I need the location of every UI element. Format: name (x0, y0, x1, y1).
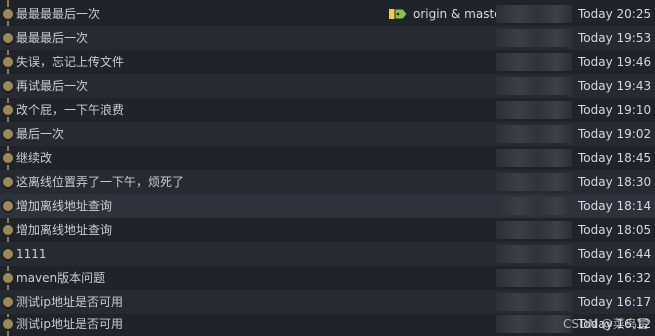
commit-node-icon (3, 273, 13, 283)
commit-row[interactable]: maven版本问题 Today 16:32 (0, 266, 655, 290)
author-redacted (496, 101, 572, 119)
commit-message: 继续改 (16, 151, 53, 165)
branch-tag[interactable]: origin & master (388, 5, 506, 23)
author-redacted (496, 77, 572, 95)
commit-date: Today 16:32 (578, 271, 652, 285)
commit-row[interactable]: 最最最最后一次 origin & master Today 20:25 (0, 2, 655, 26)
commit-node-icon (3, 319, 13, 329)
commit-node-icon (3, 177, 13, 187)
commit-node-icon (3, 9, 13, 19)
commit-date: Today 19:46 (578, 55, 652, 69)
commit-date: Today 20:25 (578, 7, 652, 21)
author-redacted (496, 221, 572, 239)
commit-date: Today 18:45 (578, 151, 652, 165)
commit-date: Today 19:43 (578, 79, 652, 93)
commit-row[interactable]: 增加离线地址查询 Today 18:14 (0, 194, 655, 218)
commit-date: Today 16:17 (578, 295, 652, 309)
commit-message: 失误，忘记上传文件 (16, 55, 125, 69)
commit-message: 这离线位置弄了一下午，烦死了 (16, 175, 185, 189)
commit-node-icon (3, 153, 13, 163)
commit-row[interactable]: 1111 Today 16:44 (0, 242, 655, 266)
commit-node-icon (3, 249, 13, 259)
author-redacted (496, 149, 572, 167)
author-redacted (496, 293, 572, 311)
commit-row[interactable]: 再试最后一次 Today 19:43 (0, 74, 655, 98)
author-redacted (496, 269, 572, 287)
commit-row[interactable]: 失误，忘记上传文件 Today 19:46 (0, 50, 655, 74)
author-redacted (496, 315, 572, 333)
commit-message: maven版本问题 (16, 271, 106, 285)
commit-row[interactable]: 测试ip地址是否可用 Today 16:12 (0, 312, 655, 336)
branch-tag-label: origin & master (413, 7, 507, 21)
commit-row[interactable]: 最后一次 Today 19:02 (0, 122, 655, 146)
commit-row[interactable]: 改个屁，一下午浪费 Today 19:10 (0, 98, 655, 122)
commit-node-icon (3, 225, 13, 235)
author-redacted (496, 197, 572, 215)
commit-date: Today 19:02 (578, 127, 652, 141)
commit-message: 测试ip地址是否可用 (16, 317, 123, 331)
commit-row[interactable]: 继续改 Today 18:45 (0, 146, 655, 170)
commit-message: 再试最后一次 (16, 79, 89, 93)
commit-date: Today 16:44 (578, 247, 652, 261)
commit-message: 增加离线地址查询 (16, 223, 113, 237)
commit-node-icon (3, 57, 13, 67)
commit-node-icon (3, 201, 13, 211)
commit-history-list: 最最最最后一次 origin & master Today 20:25 最最最后… (0, 0, 655, 336)
commit-node-icon (3, 297, 13, 307)
commit-row[interactable]: 增加离线地址查询 Today 18:05 (0, 218, 655, 242)
commit-date: Today 18:05 (578, 223, 652, 237)
commit-date: Today 19:10 (578, 103, 652, 117)
commit-row[interactable]: 测试ip地址是否可用 Today 16:17 (0, 290, 655, 314)
commit-node-icon (3, 81, 13, 91)
commit-node-icon (3, 105, 13, 115)
author-redacted (496, 5, 572, 23)
commit-message: 最后一次 (16, 127, 65, 141)
author-redacted (496, 29, 572, 47)
commit-message: 1111 (16, 247, 47, 261)
commit-date: Today 19:53 (578, 31, 652, 45)
commit-message: 增加离线地址查询 (16, 199, 113, 213)
commit-message: 测试ip地址是否可用 (16, 295, 123, 309)
branch-tag-icon (389, 8, 408, 20)
author-redacted (496, 173, 572, 191)
author-redacted (496, 245, 572, 263)
commit-date: Today 18:14 (578, 199, 652, 213)
commit-node-icon (3, 33, 13, 43)
commit-date: Today 18:30 (578, 175, 652, 189)
author-redacted (496, 125, 572, 143)
author-redacted (496, 53, 572, 71)
commit-row[interactable]: 最最最后一次 Today 19:53 (0, 26, 655, 50)
commit-message: 最最最后一次 (16, 31, 89, 45)
commit-message: 最最最最后一次 (16, 7, 101, 21)
watermark: CSDN @菜鸟雷 (562, 317, 649, 331)
commit-row[interactable]: 这离线位置弄了一下午，烦死了 Today 18:30 (0, 170, 655, 194)
commit-message: 改个屁，一下午浪费 (16, 103, 125, 117)
commit-node-icon (3, 129, 13, 139)
